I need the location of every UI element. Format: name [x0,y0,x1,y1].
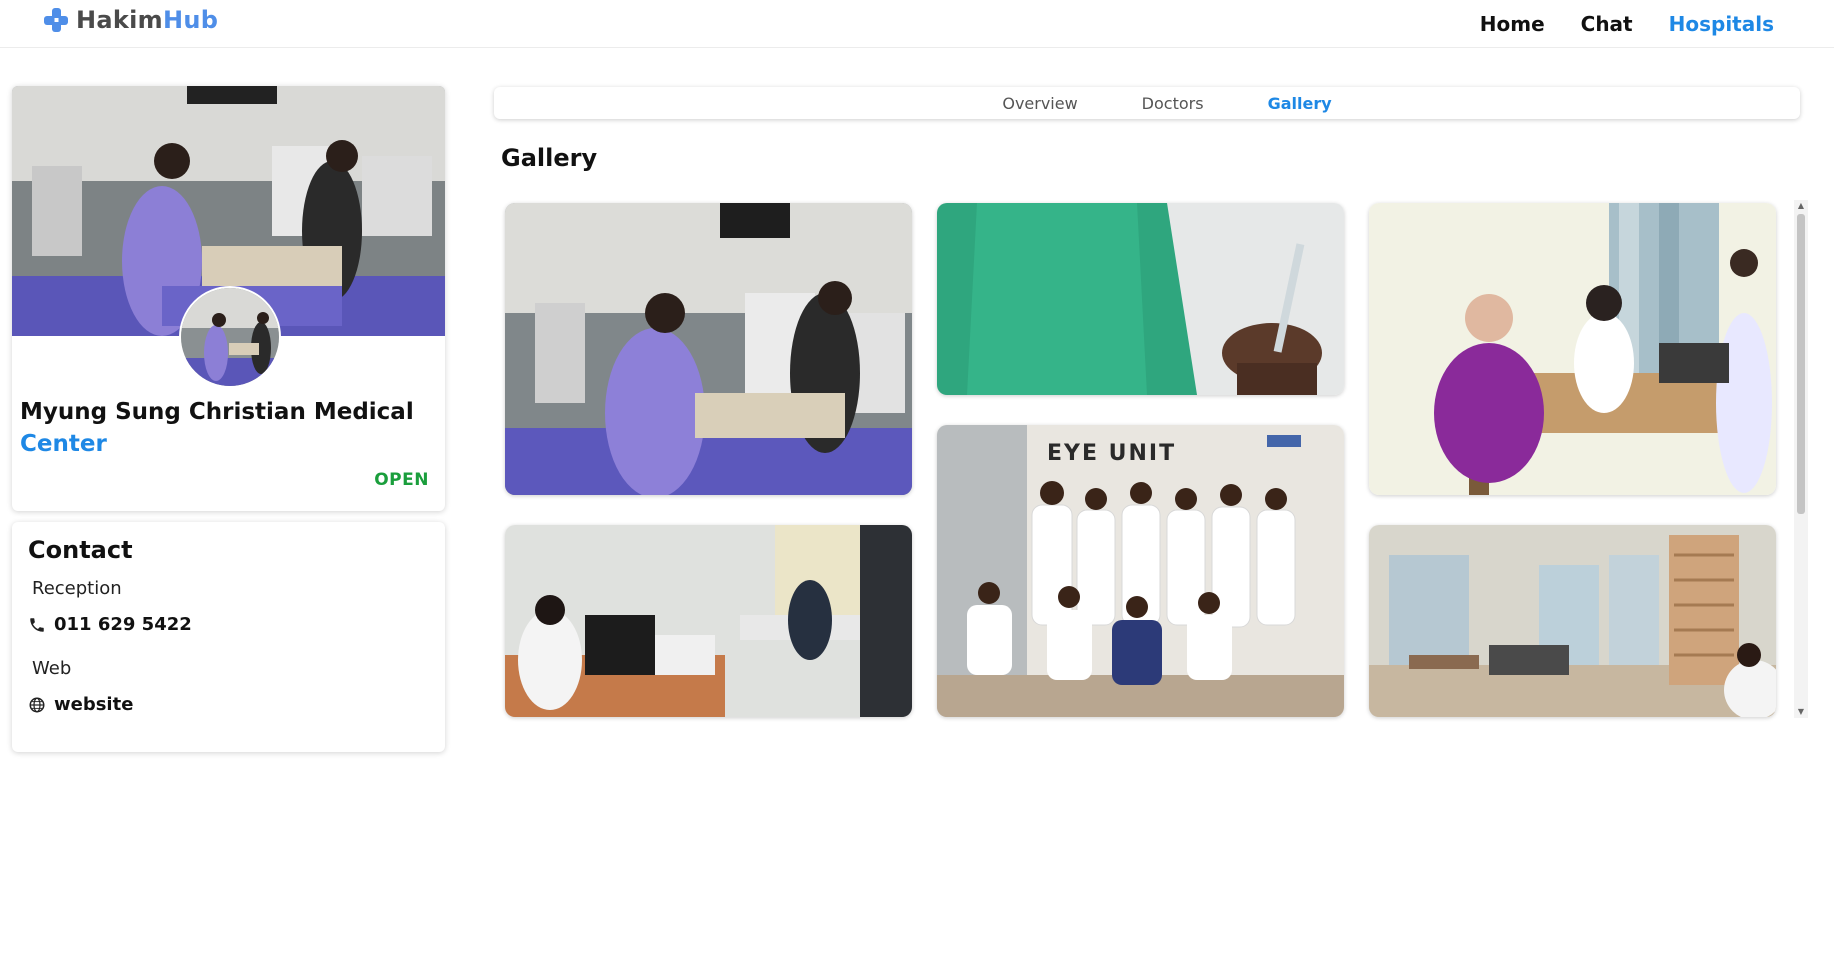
open-status-badge: OPEN [374,470,429,490]
medical-cross-icon [42,6,70,34]
eye-unit-sign: EYE UNIT [1047,441,1176,466]
gallery-grid: EYE UNIT [505,203,1776,717]
phone-icon [30,617,44,632]
website-link-text: website [54,694,134,715]
nav-chat[interactable]: Chat [1581,12,1633,36]
tab-gallery[interactable]: Gallery [1268,94,1332,113]
website-link[interactable]: website [28,694,133,715]
phone-number: 011 629 5422 [54,614,192,635]
gallery-image-eye-unit-team[interactable]: EYE UNIT [937,425,1344,717]
main-nav: Home Chat Hospitals [1480,12,1774,36]
hospital-tabs: Overview Doctors Gallery [494,87,1800,119]
hospital-name: Myung Sung Christian Medical Center [20,396,420,460]
reception-label: Reception [32,578,122,599]
tab-doctors[interactable]: Doctors [1142,94,1204,113]
web-label: Web [32,658,72,679]
hospital-name-line1: Myung Sung Christian Medical [20,399,414,425]
nav-home[interactable]: Home [1480,12,1545,36]
logo-text: HakimHub [76,6,219,34]
gallery-image-consultation[interactable] [1369,203,1776,495]
nav-hospitals[interactable]: Hospitals [1669,12,1774,36]
gallery-image-dialysis-ward[interactable] [505,203,912,495]
tab-overview[interactable]: Overview [1002,94,1077,113]
gallery-scrollbar[interactable]: ▲ ▼ [1794,200,1808,718]
gallery-image-physiotherapy-room[interactable] [1369,525,1776,717]
scrollbar-thumb[interactable] [1797,214,1805,514]
hospital-name-line2: Center [20,431,107,457]
gallery-image-computer-office[interactable] [505,525,912,717]
hospital-profile-card: Myung Sung Christian Medical Center OPEN [12,86,445,511]
globe-icon [29,697,45,712]
top-header: HakimHub Home Chat Hospitals [0,0,1834,48]
phone-row[interactable]: 011 629 5422 [28,614,192,635]
contact-title: Contact [28,536,133,564]
gallery-title: Gallery [501,144,598,172]
hakimhub-logo[interactable]: HakimHub [42,6,218,34]
gallery-image-syringe[interactable] [937,203,1344,395]
scroll-up-arrow-icon[interactable]: ▲ [1797,202,1805,210]
contact-card: Contact Reception 011 629 5422 Web websi… [12,522,445,752]
scroll-down-arrow-icon[interactable]: ▼ [1797,708,1805,716]
hospital-avatar [179,286,281,388]
